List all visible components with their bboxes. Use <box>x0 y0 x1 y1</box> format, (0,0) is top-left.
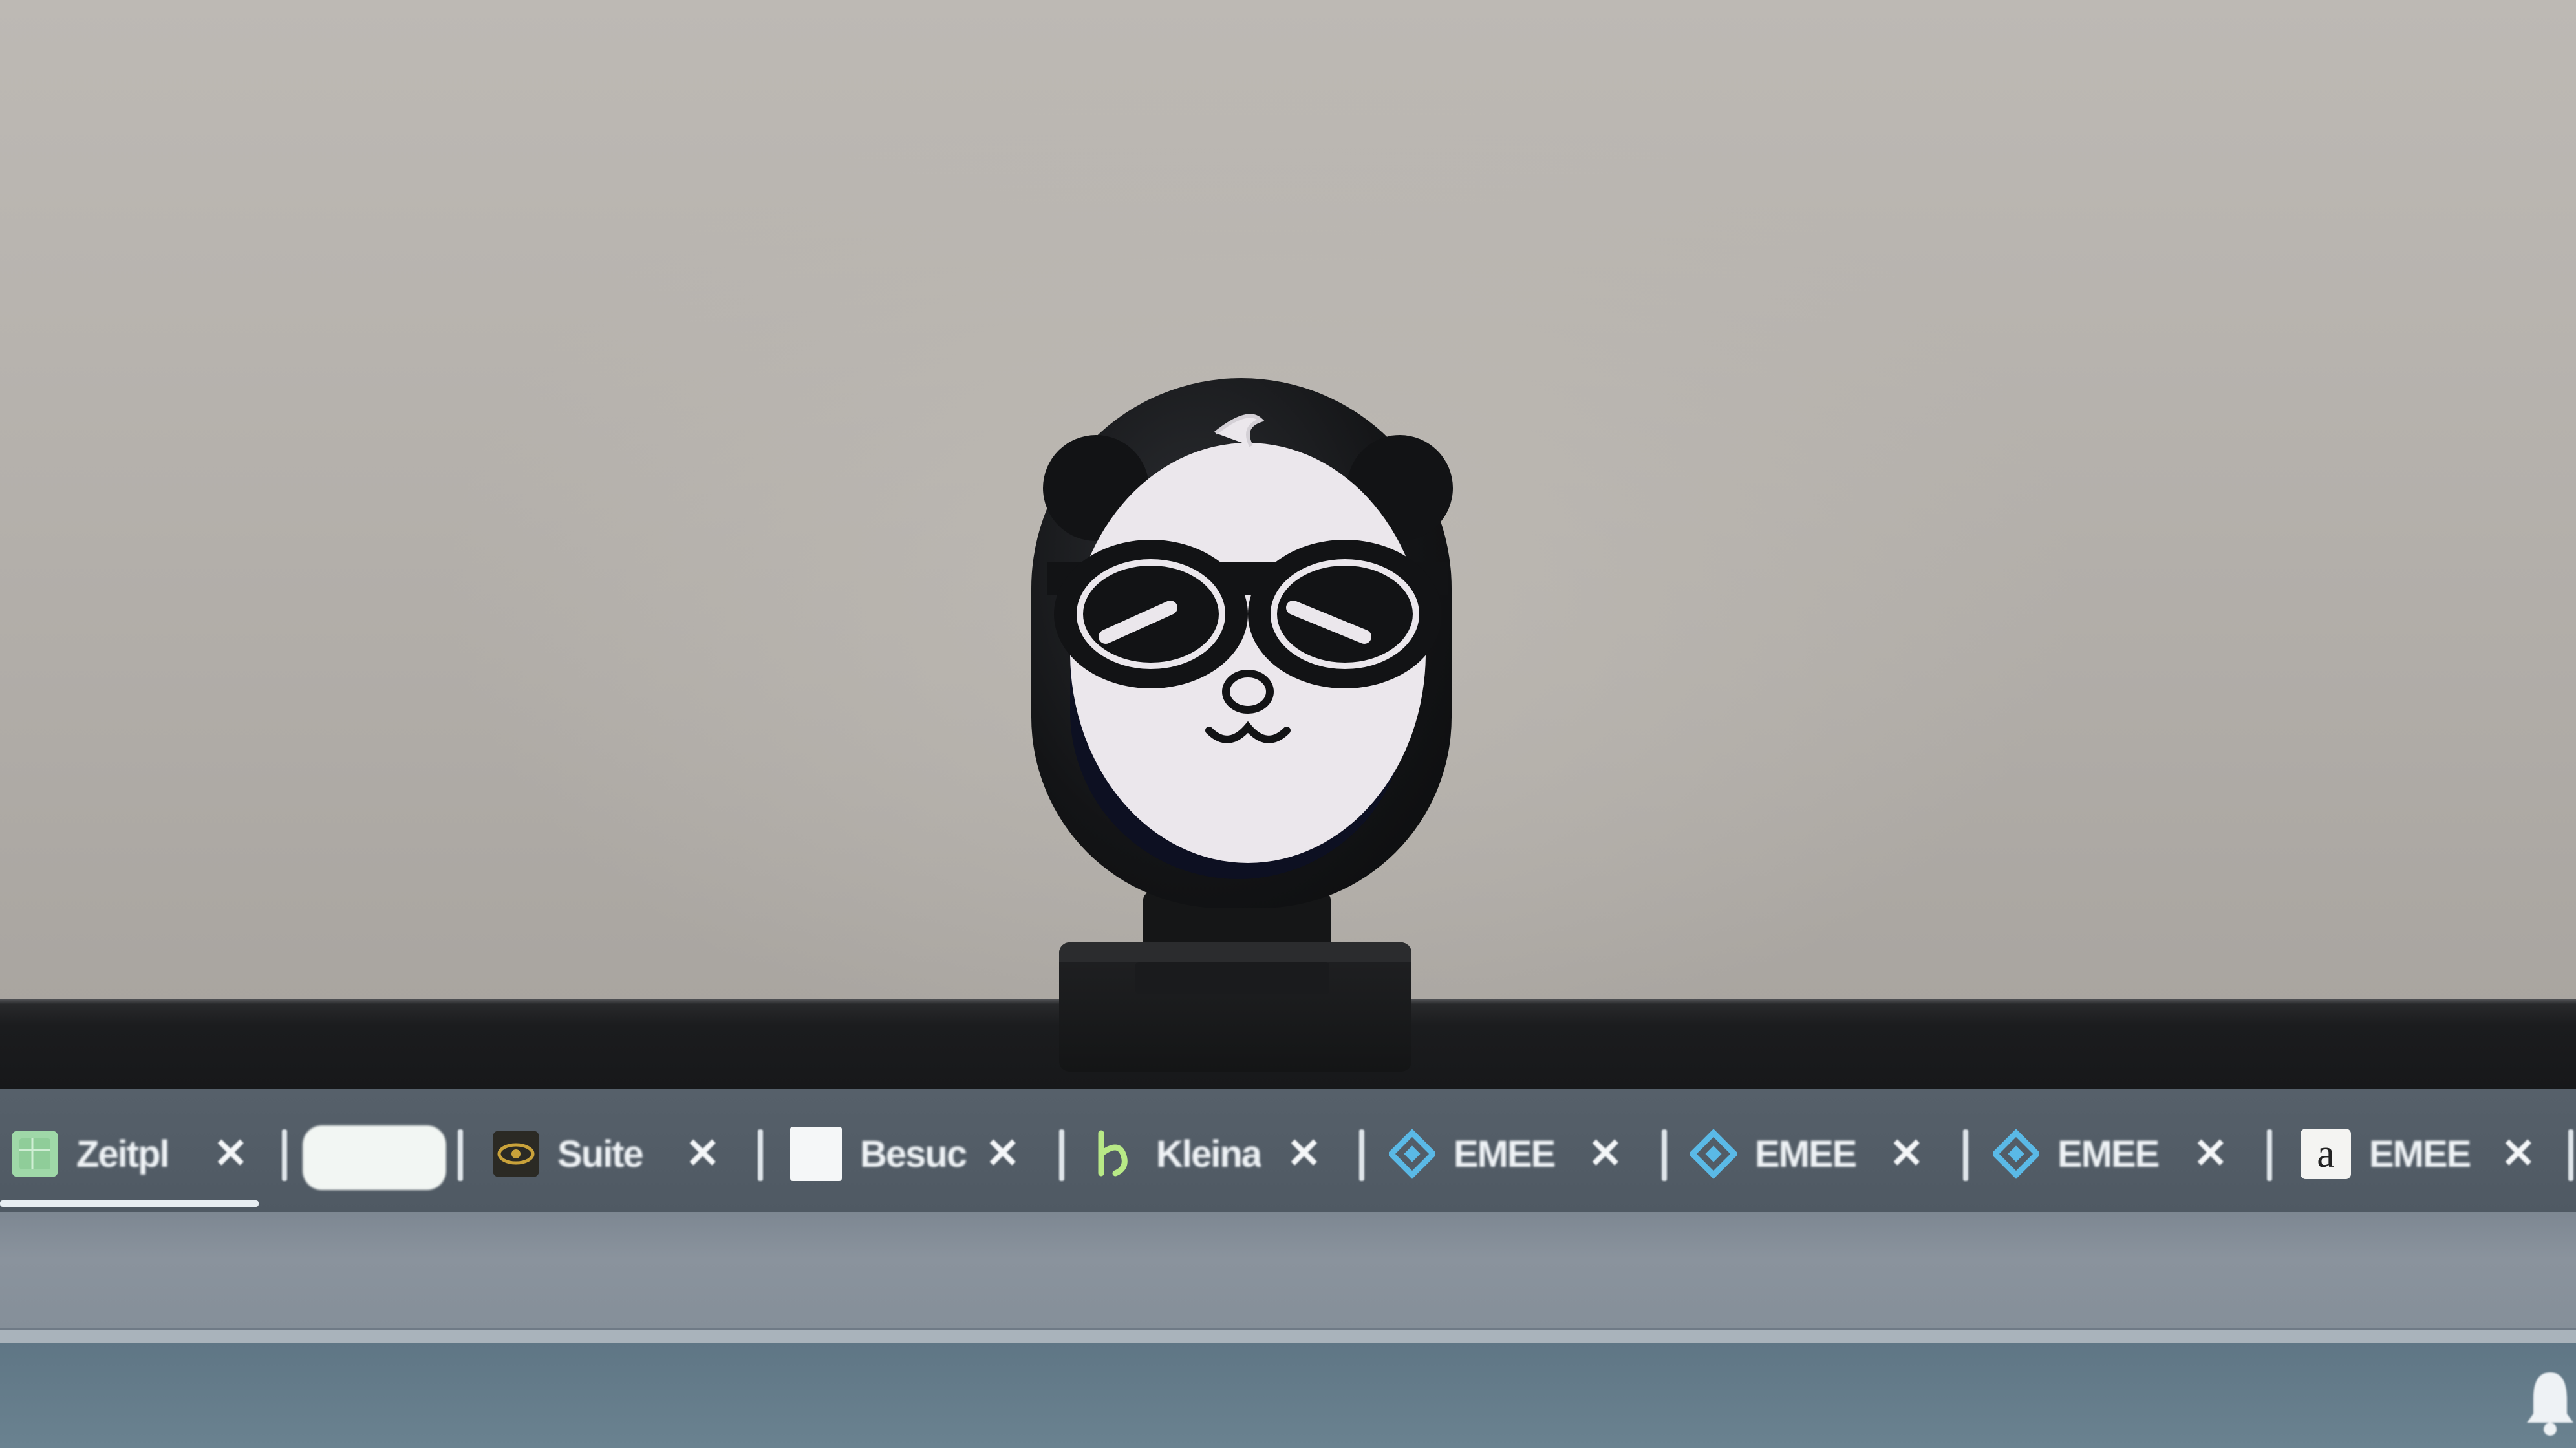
spreadsheet-glyph <box>19 1138 50 1169</box>
tab-emeet-1[interactable]: EMEE <box>1389 1122 1554 1186</box>
tab-zeitplan[interactable]: Zeitpl <box>12 1122 169 1186</box>
close-tab-icon[interactable]: ✕ <box>2501 1129 2536 1178</box>
tab-separator <box>1059 1129 1064 1181</box>
amazon-letter: a <box>2317 1132 2335 1176</box>
tab-label: Suite <box>557 1133 643 1175</box>
bell-icon[interactable] <box>2524 1367 2576 1438</box>
blank-page-icon <box>790 1127 842 1181</box>
tab-emeet-2[interactable]: EMEE <box>1690 1122 1856 1186</box>
tab-active[interactable] <box>303 1125 446 1190</box>
tab-label: EMEE <box>2057 1133 2159 1175</box>
close-tab-icon[interactable]: ✕ <box>1588 1129 1623 1178</box>
tab-label: EMEE <box>2369 1133 2471 1175</box>
browser-toolbar <box>0 1212 2576 1328</box>
tab-label: Zeitpl <box>76 1133 169 1175</box>
tab-emeet-4[interactable]: a EMEE <box>2301 1122 2470 1186</box>
emeet-diamond-icon <box>1993 1129 2039 1179</box>
tab-separator <box>758 1129 763 1181</box>
page-content-area <box>0 1343 2576 1448</box>
tab-separator <box>2568 1129 2573 1181</box>
monitor-screen: Zeitpl ✕ Suite ✕ Besuc ✕ Kleina ✕ EMEE ✕… <box>0 1089 2576 1448</box>
close-tab-icon[interactable]: ✕ <box>2193 1129 2228 1178</box>
emeet-diamond-icon <box>1389 1129 1435 1179</box>
tab-separator <box>282 1129 287 1181</box>
tab-separator <box>2267 1129 2272 1181</box>
toolbar-divider <box>0 1330 2576 1343</box>
amazon-a-icon: a <box>2301 1129 2351 1179</box>
emeet-diamond-glyph <box>1389 1129 1435 1179</box>
tab-label: EMEE <box>1755 1133 1856 1175</box>
webcam-hinge <box>1135 962 1329 994</box>
tab-label: Kleina <box>1156 1133 1261 1175</box>
kleinanzeigen-glyph <box>1098 1130 1128 1176</box>
webcam-mount-top <box>1059 942 1411 962</box>
tab-besuch[interactable]: Besuc <box>790 1122 966 1186</box>
tab-separator <box>1963 1129 1968 1181</box>
tab-label: EMEE <box>1454 1133 1555 1175</box>
close-tab-icon[interactable]: ✕ <box>1889 1129 1924 1178</box>
kleinanzeigen-icon <box>1091 1130 1138 1177</box>
active-tab-indicator <box>0 1200 259 1207</box>
tab-separator <box>1359 1129 1364 1181</box>
panda-face-illustration <box>1043 414 1453 863</box>
eye-logo-glyph <box>497 1143 535 1165</box>
browser-tab-strip: Zeitpl ✕ Suite ✕ Besuc ✕ Kleina ✕ EMEE ✕… <box>0 1089 2576 1212</box>
tab-kleinanzeigen[interactable]: Kleina <box>1091 1122 1261 1186</box>
tab-emeet-3[interactable]: EMEE <box>1993 1122 2158 1186</box>
eye-logo-icon <box>493 1131 539 1177</box>
tab-separator <box>458 1129 463 1181</box>
close-tab-icon[interactable]: ✕ <box>1287 1129 1322 1178</box>
emeet-diamond-icon <box>1690 1129 1737 1179</box>
spreadsheet-icon <box>12 1131 58 1177</box>
close-tab-icon[interactable]: ✕ <box>213 1129 248 1178</box>
emeet-diamond-glyph <box>1993 1129 2039 1179</box>
tab-separator <box>1662 1129 1667 1181</box>
tab-suite[interactable]: Suite <box>493 1122 643 1186</box>
photo-scene: Zeitpl ✕ Suite ✕ Besuc ✕ Kleina ✕ EMEE ✕… <box>0 0 2576 1448</box>
close-tab-icon[interactable]: ✕ <box>685 1129 720 1178</box>
close-tab-icon[interactable]: ✕ <box>985 1129 1020 1178</box>
emeet-diamond-glyph <box>1690 1129 1737 1179</box>
tab-label: Besuc <box>860 1133 967 1175</box>
